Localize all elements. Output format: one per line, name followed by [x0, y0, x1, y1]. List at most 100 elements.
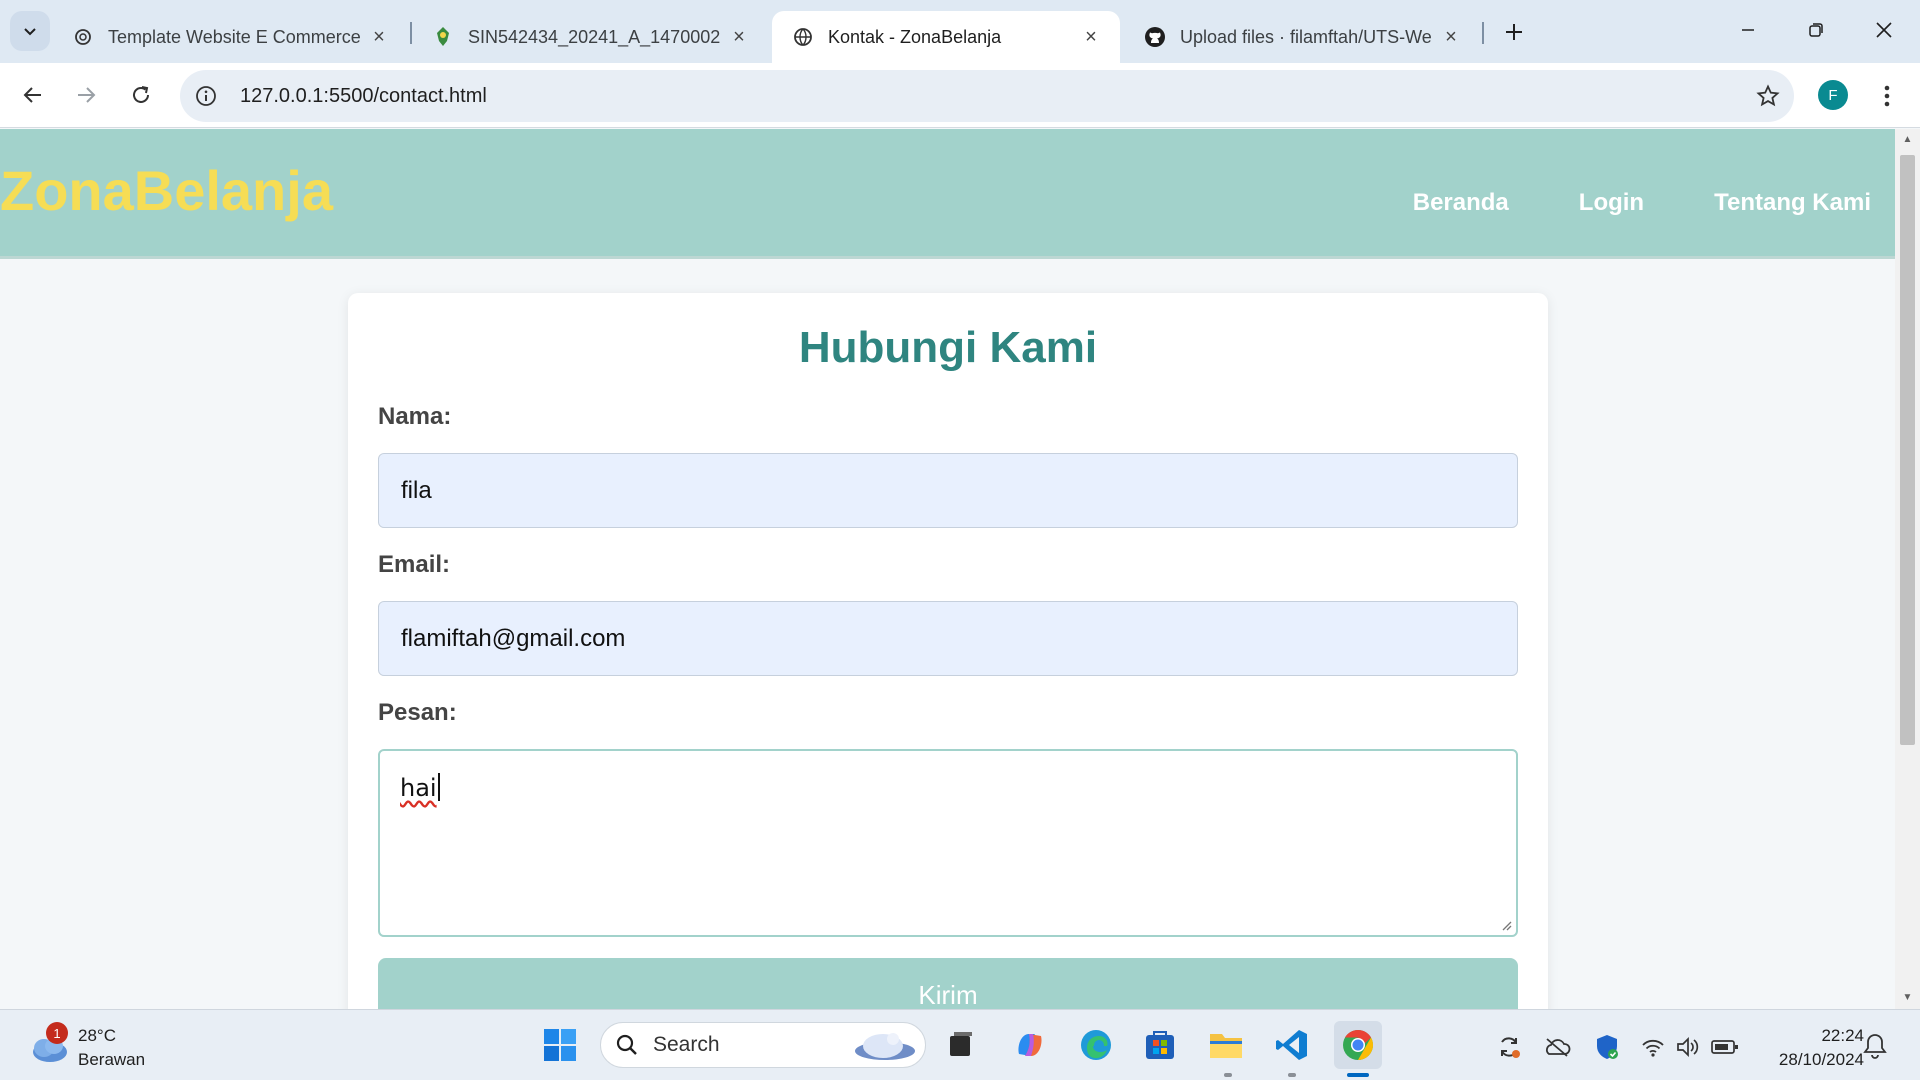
close-icon	[1876, 22, 1892, 38]
browser-toolbar: 127.0.0.1:5500/contact.html F	[0, 63, 1920, 128]
search-placeholder: Search	[653, 1033, 720, 1056]
scroll-up-icon[interactable]: ▲	[1901, 135, 1914, 145]
contact-form-card: Hubungi Kami Nama: fila Email: flamiftah…	[348, 293, 1548, 1009]
page-scrollbar[interactable]: ▲ ▼	[1895, 129, 1920, 1009]
site-header: ZonaBelanja Beranda Login Tentang Kami	[0, 129, 1895, 259]
notification-bell-icon[interactable]	[1862, 1032, 1892, 1062]
weather-badge: 1	[46, 1022, 68, 1044]
openai-icon	[72, 26, 94, 48]
text-caret	[437, 773, 440, 801]
url-text[interactable]: 127.0.0.1:5500/contact.html	[240, 85, 1742, 108]
name-label: Nama:	[378, 403, 452, 430]
message-label: Pesan:	[378, 699, 457, 726]
onedrive-icon[interactable]	[1542, 1032, 1572, 1062]
tab-title: Kontak - ZonaBelanja	[828, 26, 1002, 47]
windows-icon	[544, 1029, 576, 1061]
chrome-button[interactable]	[1334, 1021, 1382, 1069]
search-highlight-icon	[855, 1033, 915, 1060]
plus-icon	[1506, 24, 1522, 40]
minimize-icon	[1742, 29, 1754, 31]
close-window-button[interactable]	[1850, 0, 1918, 60]
message-text: hai	[400, 774, 437, 802]
tab-kontak-zonabelanja[interactable]: Kontak - ZonaBelanja ×	[772, 11, 1120, 63]
store-button[interactable]	[1136, 1021, 1184, 1069]
start-button[interactable]	[536, 1021, 584, 1069]
volume-icon[interactable]	[1672, 1032, 1702, 1062]
new-tab-button[interactable]	[1496, 14, 1532, 50]
taskbar: 1 28°C Berawan Search 22:24 28/10/2024	[0, 1009, 1920, 1080]
submit-button[interactable]: Kirim	[378, 958, 1518, 1009]
back-button[interactable]	[13, 75, 53, 115]
message-textarea[interactable]: hai	[378, 749, 1518, 937]
page-title: Hubungi Kami	[798, 323, 1098, 372]
reload-button[interactable]	[121, 75, 161, 115]
site-logo[interactable]: ZonaBelanja	[0, 163, 333, 219]
email-field[interactable]: flamiftah@gmail.com	[378, 601, 1518, 676]
tab-upload-files-github[interactable]: Upload files · filamftah/UTS-We ×	[1124, 11, 1480, 63]
arrow-right-icon	[78, 87, 96, 103]
system-clock[interactable]: 22:24 28/10/2024	[1754, 1024, 1864, 1072]
address-bar[interactable]: 127.0.0.1:5500/contact.html	[180, 70, 1794, 122]
nav-link-tentang-kami[interactable]: Tentang Kami	[1714, 189, 1871, 217]
file-explorer-button[interactable]	[1202, 1021, 1250, 1069]
bookmark-star-icon[interactable]	[1742, 84, 1794, 108]
vscode-button[interactable]	[1268, 1021, 1316, 1069]
close-tab-icon[interactable]: ×	[1080, 26, 1102, 48]
copilot-button[interactable]	[1006, 1021, 1054, 1069]
edge-button[interactable]	[1072, 1021, 1120, 1069]
minimize-button[interactable]	[1714, 0, 1782, 60]
search-icon	[616, 1034, 637, 1055]
battery-icon[interactable]	[1710, 1032, 1740, 1062]
running-indicator	[1288, 1073, 1296, 1077]
browser-menu-button[interactable]	[1872, 79, 1902, 113]
tab-title: Template Website E Commerce	[108, 26, 361, 47]
security-shield-icon[interactable]	[1592, 1032, 1622, 1062]
taskbar-search[interactable]: Search	[600, 1022, 926, 1068]
close-tab-icon[interactable]: ×	[368, 26, 390, 48]
email-field-value: flamiftah@gmail.com	[401, 624, 626, 652]
tab-title: SIN542434_20241_A_1470002	[468, 26, 721, 47]
tab-title: Upload files · filamftah/UTS-We	[1180, 26, 1432, 47]
site-info-icon[interactable]	[180, 85, 232, 107]
clock-time: 22:24	[1821, 1026, 1864, 1045]
restore-icon	[1809, 23, 1823, 37]
tab-search-button[interactable]	[10, 11, 50, 51]
scroll-down-icon[interactable]: ▼	[1901, 993, 1914, 1003]
weather-widget[interactable]: 1 28°C Berawan	[26, 1022, 146, 1072]
task-view-button[interactable]	[936, 1021, 984, 1069]
more-vert-icon	[1884, 85, 1890, 107]
close-tab-icon[interactable]: ×	[728, 26, 750, 48]
site-nav: Beranda Login Tentang Kami	[1413, 189, 1871, 217]
edge-icon	[1081, 1030, 1111, 1060]
tab-template-website[interactable]: Template Website E Commerce ×	[52, 11, 408, 63]
nav-link-beranda[interactable]: Beranda	[1413, 189, 1509, 217]
tab-strip: Template Website E Commerce × SIN542434_…	[0, 0, 1920, 63]
chrome-icon	[1343, 1030, 1374, 1060]
copilot-icon	[1018, 1034, 1042, 1056]
clock-date: 28/10/2024	[1778, 1050, 1864, 1069]
active-app-indicator	[1347, 1073, 1369, 1077]
globe-icon	[792, 26, 814, 48]
vscode-icon	[1276, 1030, 1307, 1060]
folder-icon	[1210, 1034, 1242, 1058]
wifi-icon[interactable]	[1638, 1032, 1668, 1062]
chevron-down-icon	[24, 28, 36, 36]
close-tab-icon[interactable]: ×	[1440, 26, 1462, 48]
email-label: Email:	[378, 551, 451, 578]
sync-icon[interactable]	[1494, 1032, 1524, 1062]
weather-desc: Berawan	[78, 1050, 146, 1069]
page-viewport: ZonaBelanja Beranda Login Tentang Kami H…	[0, 129, 1895, 1009]
forward-button[interactable]	[66, 75, 106, 115]
nav-link-login[interactable]: Login	[1579, 189, 1644, 217]
microsoft-store-icon	[1146, 1031, 1174, 1059]
profile-avatar[interactable]: F	[1818, 80, 1848, 110]
name-field-value: fila	[401, 476, 432, 504]
tab-separator	[1482, 22, 1484, 44]
arrow-left-icon	[23, 87, 41, 103]
running-indicator	[1224, 1073, 1232, 1077]
scrollbar-thumb[interactable]	[1900, 155, 1915, 745]
name-field[interactable]: fila	[378, 453, 1518, 528]
restore-button[interactable]	[1782, 0, 1850, 60]
resize-handle-icon[interactable]	[1498, 917, 1512, 931]
tab-sin542434[interactable]: SIN542434_20241_A_1470002 ×	[412, 11, 768, 63]
